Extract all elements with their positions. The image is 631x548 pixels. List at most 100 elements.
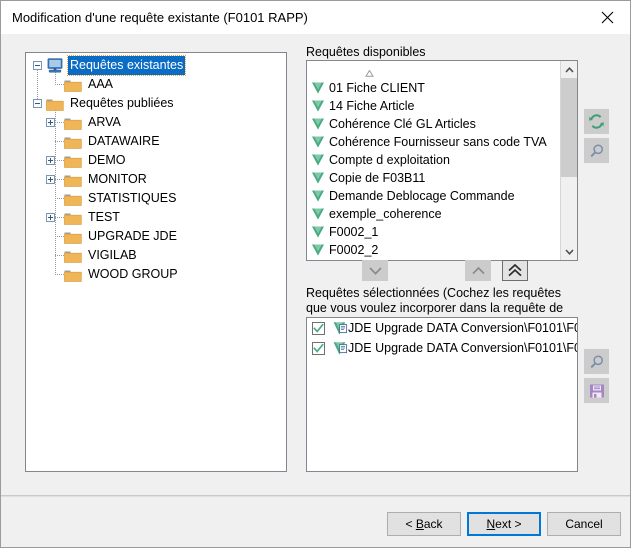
list-item[interactable]: JDE Upgrade DATA Conversion\F0101\F01... bbox=[307, 318, 577, 338]
list-item-label: JDE Upgrade DATA Conversion\F0101\F01... bbox=[348, 341, 578, 355]
query-icon bbox=[311, 243, 325, 257]
scroll-down-button[interactable] bbox=[561, 243, 577, 260]
page-title: Modification d'une requête existante (F0… bbox=[12, 10, 308, 25]
save-button[interactable] bbox=[584, 378, 609, 403]
search-available-button[interactable] bbox=[584, 138, 609, 163]
cancel-button-label: Cancel bbox=[565, 517, 603, 531]
list-item[interactable]: 01 Fiche CLIENT bbox=[307, 79, 560, 97]
tree-item-label: DATAWAIRE bbox=[88, 134, 160, 148]
list-item[interactable]: Compte d exploitation bbox=[307, 151, 560, 169]
list-item-label: 01 Fiche CLIENT bbox=[329, 81, 425, 95]
checkbox[interactable] bbox=[312, 341, 325, 355]
query-icon bbox=[311, 135, 325, 149]
footer-divider bbox=[1, 495, 630, 497]
tree-item-label: ARVA bbox=[88, 115, 121, 129]
tree-item-label: Requêtes existantes bbox=[66, 55, 187, 76]
tree-collapse-icon[interactable] bbox=[33, 61, 42, 70]
list-item-label: Compte d exploitation bbox=[329, 153, 450, 167]
selected-queries-list[interactable]: JDE Upgrade DATA Conversion\F0101\F01...… bbox=[306, 317, 578, 472]
list-item-label: F0002_2 bbox=[329, 243, 379, 257]
list-item-label: F0002_1 bbox=[329, 225, 379, 239]
tree-item[interactable]: TEST bbox=[26, 208, 286, 227]
tree-item-label: TEST bbox=[88, 210, 120, 224]
search-selected-button[interactable] bbox=[584, 349, 609, 374]
query-icon bbox=[311, 153, 325, 167]
available-list-scrollbar[interactable] bbox=[560, 61, 577, 260]
linked-query-icon bbox=[333, 341, 348, 356]
tree-item[interactable]: Requêtes existantes bbox=[26, 55, 286, 76]
tree-item[interactable]: MONITOR bbox=[26, 170, 286, 189]
available-queries-list[interactable]: 01 Fiche CLIENT 14 Fiche Article Cohérence… bbox=[306, 60, 578, 261]
folder-tree[interactable]: Requêtes existantes AAA Requêtes publiées A… bbox=[25, 52, 287, 472]
list-item[interactable]: Demande Deblocage Commande bbox=[307, 187, 560, 205]
scroll-up-button[interactable] bbox=[561, 61, 577, 78]
list-item[interactable]: Cohérence Fournisseur sans code TVA bbox=[307, 133, 560, 151]
list-item-label: Cohérence Fournisseur sans code TVA bbox=[329, 135, 547, 149]
folder-icon bbox=[64, 249, 82, 263]
checkbox[interactable] bbox=[312, 321, 325, 335]
list-item-label: Demande Deblocage Commande bbox=[329, 189, 515, 203]
tree-item-label: Requêtes publiées bbox=[70, 96, 174, 110]
query-icon bbox=[311, 189, 325, 203]
tree-item-label: AAA bbox=[88, 77, 114, 91]
folder-icon bbox=[64, 135, 82, 149]
list-item-label: Cohérence Clé GL Articles bbox=[329, 117, 476, 131]
tree-collapse-icon[interactable] bbox=[33, 99, 42, 108]
next-button[interactable]: Next > bbox=[467, 512, 541, 536]
tree-item[interactable]: Requêtes publiées bbox=[26, 94, 286, 113]
list-item[interactable]: Copie de F03B11 bbox=[307, 169, 560, 187]
back-button-label: < Back bbox=[405, 517, 443, 531]
available-items-container: 01 Fiche CLIENT 14 Fiche Article Cohérence… bbox=[307, 79, 560, 260]
folder-icon bbox=[64, 78, 82, 92]
move-top-button[interactable] bbox=[502, 260, 528, 281]
tree-item-label: VIGILAB bbox=[88, 248, 137, 262]
list-item[interactable]: F0002_2 bbox=[307, 241, 560, 259]
list-item[interactable]: Cohérence Clé GL Articles bbox=[307, 115, 560, 133]
linked-query-icon bbox=[333, 321, 348, 336]
tree-item[interactable]: WOOD GROUP bbox=[26, 265, 286, 284]
tree-item-label: UPGRADE JDE bbox=[88, 229, 177, 243]
tree-expand-icon[interactable] bbox=[46, 156, 55, 165]
refresh-button[interactable] bbox=[584, 109, 609, 134]
tree-expand-icon[interactable] bbox=[46, 175, 55, 184]
query-icon bbox=[311, 225, 325, 239]
list-item[interactable]: F0002_1 bbox=[307, 223, 560, 241]
query-icon bbox=[311, 81, 325, 95]
folder-icon bbox=[64, 230, 82, 244]
list-item[interactable]: JDE Upgrade DATA Conversion\F0101\F01... bbox=[307, 338, 577, 358]
list-item-label: JDE Upgrade DATA Conversion\F0101\F01... bbox=[348, 321, 578, 335]
dialog-window: Modification d'une requête existante (F0… bbox=[0, 0, 631, 548]
query-icon bbox=[311, 99, 325, 113]
close-icon[interactable] bbox=[585, 1, 630, 33]
tree-item[interactable]: ARVA bbox=[26, 113, 286, 132]
back-button[interactable]: < Back bbox=[387, 512, 461, 536]
sort-ascending-icon bbox=[365, 66, 374, 80]
folder-icon bbox=[64, 268, 82, 282]
tree-item-label: MONITOR bbox=[88, 172, 147, 186]
tree-expand-icon[interactable] bbox=[46, 118, 55, 127]
folder-icon bbox=[64, 192, 82, 206]
computer-icon bbox=[46, 58, 64, 73]
tree-item[interactable]: DEMO bbox=[26, 151, 286, 170]
tree-item[interactable]: STATISTIQUES bbox=[26, 189, 286, 208]
list-item[interactable]: 14 Fiche Article bbox=[307, 97, 560, 115]
move-down-button[interactable] bbox=[362, 260, 388, 281]
cancel-button[interactable]: Cancel bbox=[547, 512, 621, 536]
tree-item[interactable]: AAA bbox=[26, 75, 286, 94]
query-icon bbox=[311, 207, 325, 221]
tree-item-label: WOOD GROUP bbox=[88, 267, 178, 281]
scrollbar-thumb[interactable] bbox=[561, 78, 577, 177]
list-item-label: exemple_coherence bbox=[329, 207, 442, 221]
tree-item[interactable]: UPGRADE JDE bbox=[26, 227, 286, 246]
folder-icon bbox=[64, 116, 82, 130]
tree-item[interactable]: DATAWAIRE bbox=[26, 132, 286, 151]
tree-expand-icon[interactable] bbox=[46, 213, 55, 222]
title-bar: Modification d'une requête existante (F0… bbox=[1, 1, 630, 34]
list-item[interactable]: exemple_coherence bbox=[307, 205, 560, 223]
tree-item-label: STATISTIQUES bbox=[88, 191, 177, 205]
available-list-header bbox=[307, 61, 577, 79]
folder-icon bbox=[46, 97, 64, 111]
move-up-button[interactable] bbox=[465, 260, 491, 281]
tree-item[interactable]: VIGILAB bbox=[26, 246, 286, 265]
folder-icon bbox=[64, 173, 82, 187]
